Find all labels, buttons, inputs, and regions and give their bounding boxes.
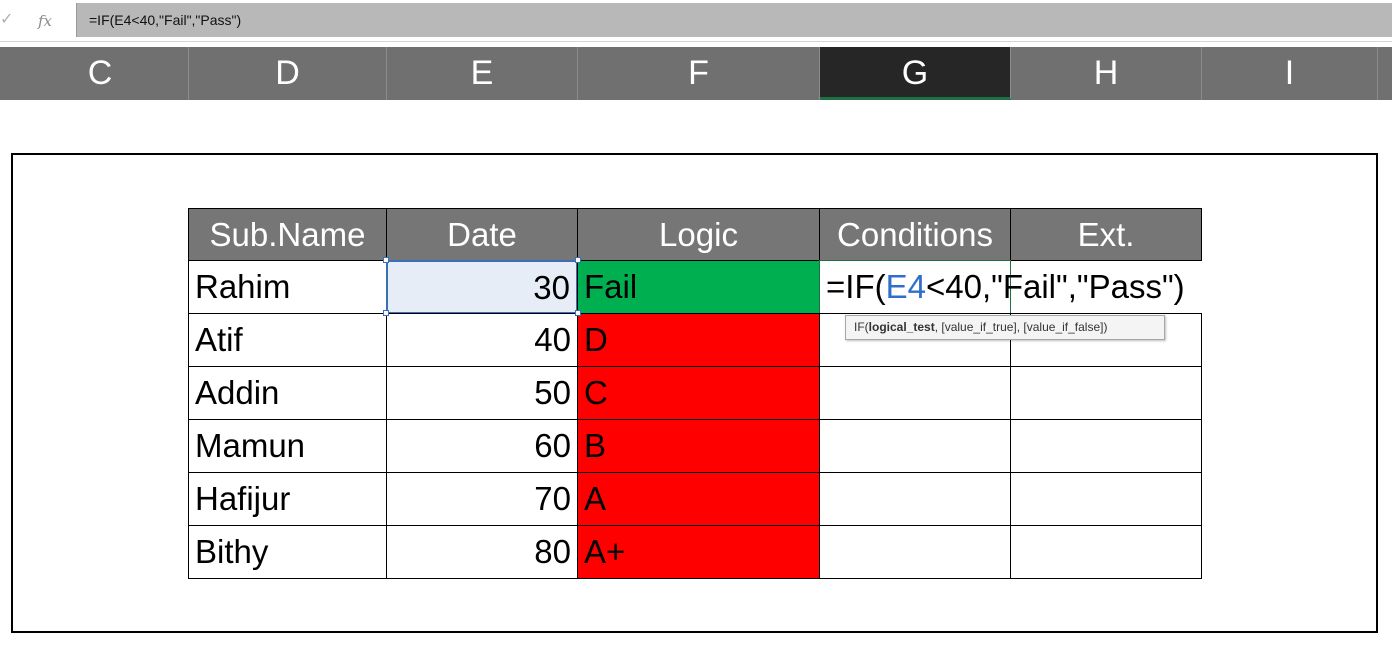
tooltip-current-argument: logical_test [868,320,935,334]
selection-handle[interactable] [383,257,389,263]
selection-handle[interactable] [575,257,581,263]
cell-date[interactable]: 40 [386,313,578,367]
header-date[interactable]: Date [386,208,578,261]
column-header-e[interactable]: E [387,47,578,100]
column-header-d[interactable]: D [189,47,387,100]
cell-conditions[interactable] [819,472,1011,526]
cell-conditions[interactable] [819,525,1011,579]
formula-input[interactable]: =IF(E4<40,"Fail","Pass") [76,3,1392,37]
formula-bar: ✓ fx =IF(E4<40,"Fail","Pass") [0,0,1392,42]
column-header-row: C D E F G H I [0,47,1392,100]
selection-handle[interactable] [575,310,581,316]
selection-handle[interactable] [383,310,389,316]
insert-function-icon[interactable]: fx [38,11,62,31]
header-conditions[interactable]: Conditions [819,208,1011,261]
column-header-c[interactable]: C [12,47,189,100]
tooltip-other-arguments: , [value_if_true], [value_if_false]) [934,320,1108,334]
cell-date[interactable]: 80 [386,525,578,579]
cell-logic[interactable]: B [577,419,820,473]
cell-ext[interactable] [1010,525,1202,579]
cell-logic[interactable]: C [577,366,820,420]
cell-name[interactable]: Bithy [188,525,387,579]
cell-name[interactable]: Hafijur [188,472,387,526]
header-ext[interactable]: Ext. [1010,208,1202,261]
cell-ext[interactable] [1010,472,1202,526]
check-icon[interactable]: ✓ [0,11,14,29]
column-header-i[interactable]: I [1202,47,1378,100]
cell-name[interactable]: Addin [188,366,387,420]
cell-logic[interactable]: A+ [577,525,820,579]
cell-conditions[interactable] [819,366,1011,420]
cell-logic[interactable]: A [577,472,820,526]
cell-date-selected[interactable]: 30 [386,260,578,314]
cell-date[interactable]: 70 [386,472,578,526]
formula-prefix: =IF( [826,268,886,305]
cell-date[interactable]: 60 [386,419,578,473]
cell-date[interactable]: 50 [386,366,578,420]
cell-conditions[interactable] [819,419,1011,473]
column-header-g[interactable]: G [820,47,1011,100]
cell-logic[interactable]: D [577,313,820,367]
column-header-h[interactable]: H [1011,47,1202,100]
cell-name[interactable]: Rahim [188,260,387,314]
column-header-f[interactable]: F [578,47,820,100]
cell-ext[interactable] [1010,419,1202,473]
cell-ext[interactable] [1010,366,1202,420]
header-logic[interactable]: Logic [577,208,820,261]
cell-name[interactable]: Atif [188,313,387,367]
in-cell-formula[interactable]: =IF(E4<40,"Fail","Pass") [826,261,1185,313]
cell-logic[interactable]: Fail [577,260,820,314]
formula-bar-buttons: ✓ fx [0,3,72,37]
formula-suffix: <40,"Fail","Pass") [925,268,1185,305]
cell-name[interactable]: Mamun [188,419,387,473]
header-sub-name[interactable]: Sub.Name [188,208,387,261]
function-tooltip: IF(logical_test, [value_if_true], [value… [845,315,1165,340]
formula-reference: E4 [885,268,926,305]
tooltip-function: IF( [854,320,869,334]
